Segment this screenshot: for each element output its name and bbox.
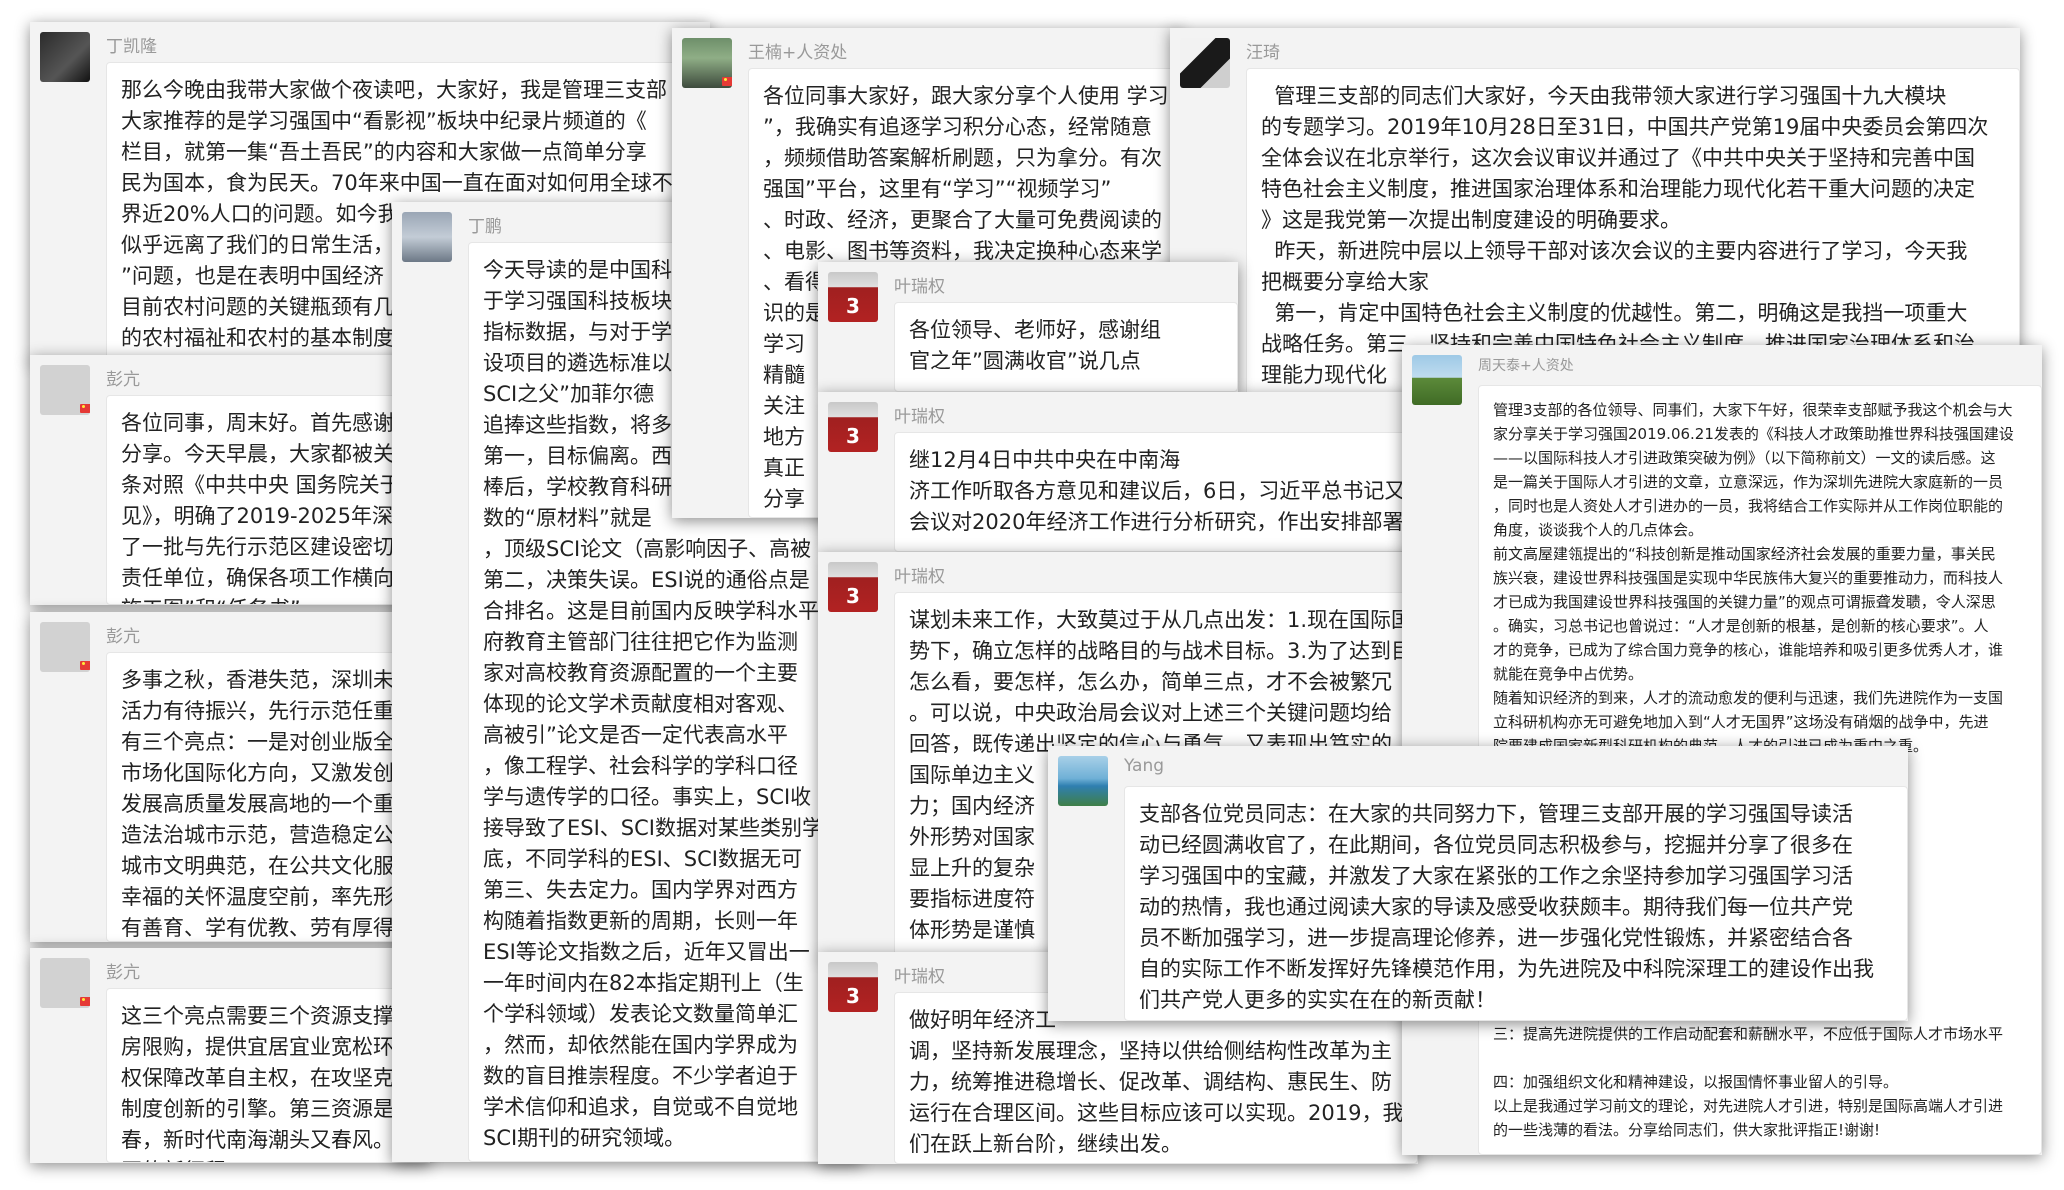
chat-card-pengkang-2: 彭亢 多事之秋，香港失范，深圳未 活力有待振兴，先行示范任重 有三个亮点：一是对…: [30, 612, 430, 942]
avatar[interactable]: [40, 622, 90, 672]
chat-card-pengkang-1: 彭亢 各位同事，周末好。首先感谢 分享。今天早晨，大家都被关 条对照《中共中央 …: [30, 355, 430, 605]
avatar[interactable]: [828, 402, 878, 452]
avatar[interactable]: [682, 38, 732, 88]
sender-name: 丁凯隆: [106, 37, 157, 57]
avatar[interactable]: [40, 958, 90, 1008]
message-bubble: 多事之秋，香港失范，深圳未 活力有待振兴，先行示范任重 有三个亮点：一是对创业版…: [106, 652, 430, 942]
message-bubble: 继12月4日中共中央在中南海 济工作听取各方意见和建议后，6日，习近平总书记又 …: [894, 432, 1418, 552]
flag-icon: [722, 77, 732, 86]
sender-name: Yang: [1124, 756, 1165, 776]
avatar[interactable]: [40, 32, 90, 82]
sender-name: 彭亢: [106, 627, 140, 647]
message-bubble: 这三个亮点需要三个资源支撑 房限购，提供宜居宜业宽松环 权保障改革自主权，在攻坚…: [106, 988, 430, 1163]
chat-card-yeruiquan-1: 叶瑞权 各位领导、老师好，感谢组 官之年”圆满收官”说几点: [818, 262, 1238, 392]
sender-name: 叶瑞权: [894, 967, 945, 987]
sender-name: 周天泰+人资处: [1478, 358, 1574, 374]
sender-name: 王楠+人资处: [748, 43, 848, 63]
sender-name: 叶瑞权: [894, 277, 945, 297]
flag-icon: [80, 661, 90, 670]
avatar[interactable]: [1412, 355, 1462, 405]
avatar[interactable]: [828, 962, 878, 1012]
message-bubble: 各位领导、老师好，感谢组 官之年”圆满收官”说几点: [894, 302, 1238, 392]
flag-icon: [80, 997, 90, 1006]
sender-name: 丁鹏: [468, 217, 502, 237]
sender-name: 叶瑞权: [894, 407, 945, 427]
flag-icon: [80, 404, 90, 413]
message-bubble: 支部各位党员同志：在大家的共同努力下，管理三支部开展的学习强国导读活 动已经圆满…: [1124, 786, 1908, 1021]
avatar[interactable]: [40, 365, 90, 415]
avatar[interactable]: [402, 212, 452, 262]
chat-card-yeruiquan-2: 叶瑞权 继12月4日中共中央在中南海 济工作听取各方意见和建议后，6日，习近平总…: [818, 392, 1418, 552]
sender-name: 汪琦: [1246, 43, 1280, 63]
avatar[interactable]: [828, 272, 878, 322]
chat-card-pengkang-3: 彭亢 这三个亮点需要三个资源支撑 房限购，提供宜居宜业宽松环 权保障改革自主权，…: [30, 948, 430, 1163]
avatar[interactable]: [828, 562, 878, 612]
avatar[interactable]: [1180, 38, 1230, 88]
sender-name: 彭亢: [106, 370, 140, 390]
avatar[interactable]: [1058, 756, 1108, 806]
sender-name: 叶瑞权: [894, 567, 945, 587]
message-bubble: 各位同事，周末好。首先感谢 分享。今天早晨，大家都被关 条对照《中共中央 国务院…: [106, 395, 430, 605]
chat-card-yang: Yang 支部各位党员同志：在大家的共同努力下，管理三支部开展的学习强国导读活 …: [1048, 746, 1908, 1021]
sender-name: 彭亢: [106, 963, 140, 983]
